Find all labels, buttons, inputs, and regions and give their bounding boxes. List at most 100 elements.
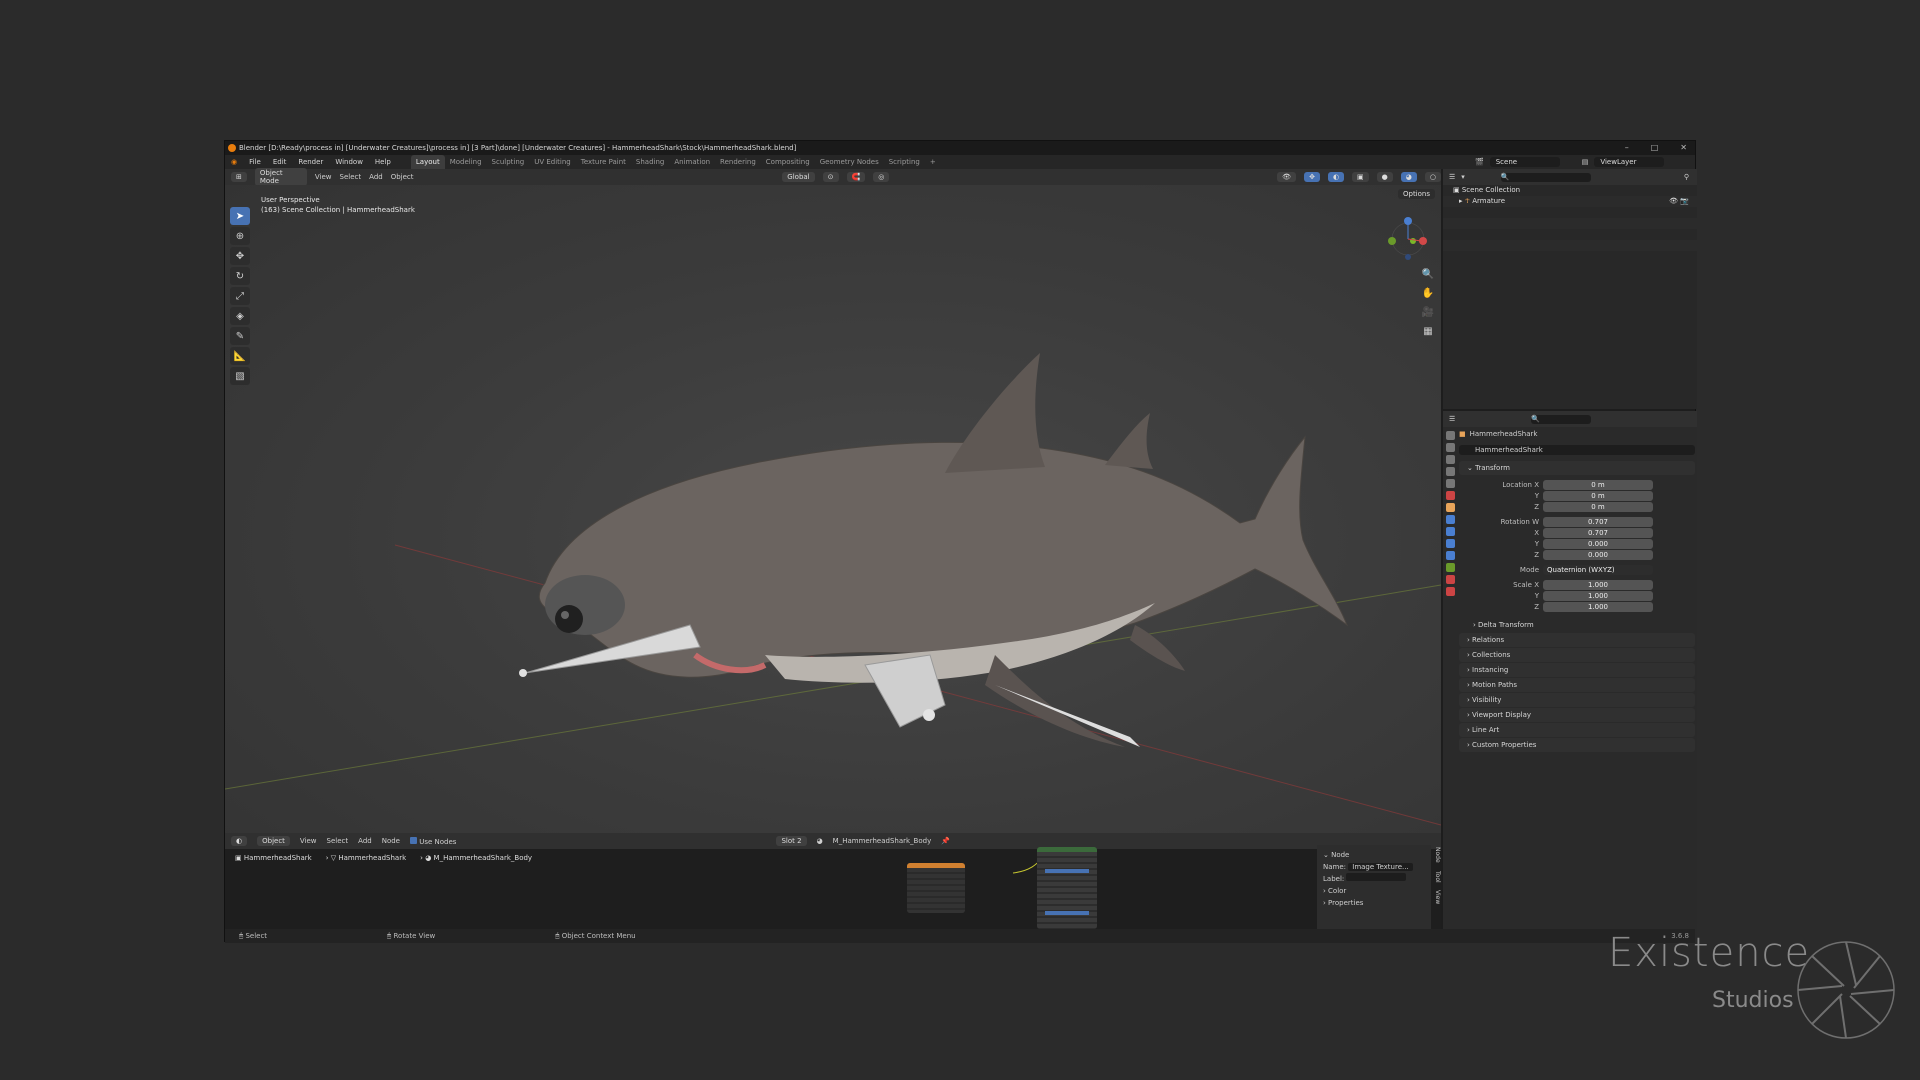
viewport-menu-add[interactable]: Add (369, 173, 383, 181)
options-dropdown[interactable]: Options (1397, 189, 1435, 199)
gizmo-toggle-icon[interactable]: ✥ (1304, 172, 1320, 182)
material-tab-icon[interactable] (1445, 575, 1455, 584)
modifier-tab-icon[interactable] (1445, 515, 1455, 524)
tab-sculpting[interactable]: Sculpting (487, 158, 530, 166)
shader-type-dropdown[interactable]: Object (257, 836, 290, 846)
tab-compositing[interactable]: Compositing (761, 158, 815, 166)
blender-menu-icon[interactable]: ◉ (225, 158, 243, 166)
minimize-button[interactable]: – (1625, 141, 1629, 155)
use-nodes-checkbox[interactable]: Use Nodes (410, 836, 456, 846)
measure-tool-icon[interactable]: 📐 (230, 347, 250, 365)
location-x-field[interactable]: 0 m (1543, 479, 1653, 490)
rotate-tool-icon[interactable]: ↻ (230, 267, 250, 285)
object-name-field[interactable]: HammerheadShark (1459, 445, 1695, 455)
tab-uv-editing[interactable]: UV Editing (529, 158, 576, 166)
viewport-menu-select[interactable]: Select (340, 173, 362, 181)
tab-layout[interactable]: Layout (410, 155, 445, 169)
outliner-editor-icon[interactable]: ☰ (1449, 173, 1455, 181)
menu-help[interactable]: Help (369, 158, 397, 166)
node-panel-header[interactable]: ⌄ Node (1323, 849, 1425, 861)
hammerhead-shark-model[interactable] (519, 353, 1349, 747)
tab-scripting[interactable]: Scripting (884, 158, 925, 166)
output-tab-icon[interactable] (1445, 455, 1455, 464)
properties-editor-icon[interactable]: ☰ (1449, 415, 1455, 423)
principled-bsdf-node[interactable] (1037, 847, 1097, 929)
delta-transform-header[interactable]: › Delta Transform (1459, 618, 1695, 632)
side-tab-tool[interactable]: Tool (1434, 871, 1441, 883)
shader-node-editor[interactable]: ◐ Object View Select Add Node Use Nodes … (225, 833, 1441, 929)
display-mode-icon[interactable]: ▾ (1461, 173, 1465, 181)
cursor-tool-icon[interactable]: ⊕ (230, 227, 250, 245)
node-menu-select[interactable]: Select (327, 837, 349, 845)
select-tool-icon[interactable]: ➤ (230, 207, 250, 225)
navigation-gizmo[interactable] (1381, 211, 1431, 271)
add-cube-tool-icon[interactable]: ▧ (230, 367, 250, 385)
panel-collections[interactable]: › Collections (1459, 648, 1695, 662)
render-tab-icon[interactable] (1445, 443, 1455, 452)
mode-dropdown[interactable]: Object Mode (254, 168, 307, 186)
add-workspace-icon[interactable]: + (925, 158, 941, 166)
image-texture-node[interactable] (907, 863, 965, 913)
physics-tab-icon[interactable] (1445, 539, 1455, 548)
outliner-item-armature[interactable]: ▸ ☥ Armature 👁 📷 (1443, 196, 1697, 207)
tab-texture-paint[interactable]: Texture Paint (576, 158, 631, 166)
texture-tab-icon[interactable] (1445, 587, 1455, 596)
transform-tool-icon[interactable]: ◈ (230, 307, 250, 325)
rotation-mode-dropdown[interactable]: Quaternion (WXYZ) (1543, 564, 1653, 575)
material-name-field[interactable]: M_HammerheadShark_Body (833, 837, 932, 845)
node-label-field[interactable] (1346, 873, 1407, 881)
view-layer-tab-icon[interactable] (1445, 467, 1455, 476)
eye-icon[interactable]: 👁 📷 (1669, 196, 1689, 207)
pivot-icon[interactable]: ⊙ (822, 172, 839, 182)
node-properties-row[interactable]: › Properties (1323, 897, 1425, 909)
panel-instancing[interactable]: › Instancing (1459, 663, 1695, 677)
node-name-field[interactable]: Image Texture... (1348, 863, 1413, 871)
pan-hand-icon[interactable]: ✋ (1421, 288, 1435, 302)
rotation-x-field[interactable]: 0.707 (1543, 527, 1653, 538)
scale-z-field[interactable]: 1.000 (1543, 601, 1653, 612)
panel-viewport-display[interactable]: › Viewport Display (1459, 708, 1695, 722)
scale-y-field[interactable]: 1.000 (1543, 590, 1653, 601)
slot-dropdown[interactable]: Slot 2 (776, 836, 807, 846)
node-menu-view[interactable]: View (300, 837, 317, 845)
rotation-w-field[interactable]: 0.707 (1543, 516, 1653, 527)
camera-view-icon[interactable]: 🎥 (1421, 307, 1435, 321)
viewport-menu-view[interactable]: View (315, 173, 332, 181)
panel-relations[interactable]: › Relations (1459, 633, 1695, 647)
rotation-y-field[interactable]: 0.000 (1543, 538, 1653, 549)
shading-rendered-icon[interactable]: ○ (1424, 172, 1441, 182)
node-menu-node[interactable]: Node (382, 837, 400, 845)
editor-type-icon[interactable]: ⊞ (231, 172, 247, 182)
tab-rendering[interactable]: Rendering (715, 158, 761, 166)
pin-icon[interactable]: 📌 (941, 837, 950, 845)
rotation-z-field[interactable]: 0.000 (1543, 549, 1653, 560)
close-button[interactable]: ✕ (1680, 141, 1687, 155)
viewlayer-field[interactable]: ViewLayer (1594, 157, 1665, 167)
tab-shading[interactable]: Shading (631, 158, 669, 166)
location-y-field[interactable]: 0 m (1543, 490, 1653, 501)
3d-viewport[interactable]: Options User Perspective (163) Scene Col… (225, 185, 1441, 833)
panel-motion-paths[interactable]: › Motion Paths (1459, 678, 1695, 692)
viewport-menu-object[interactable]: Object (391, 173, 414, 181)
world-tab-icon[interactable] (1445, 491, 1455, 500)
location-z-field[interactable]: 0 m (1543, 501, 1653, 512)
menu-render[interactable]: Render (292, 158, 329, 166)
outliner-search-input[interactable]: 🔍 (1500, 172, 1591, 182)
panel-custom-properties[interactable]: › Custom Properties (1459, 738, 1695, 752)
menu-file[interactable]: File (243, 158, 267, 166)
shading-solid-icon[interactable]: ● (1376, 172, 1393, 182)
menu-window[interactable]: Window (329, 158, 369, 166)
panel-line-art[interactable]: › Line Art (1459, 723, 1695, 737)
grid-view-icon[interactable]: ▦ (1421, 326, 1435, 340)
maximize-button[interactable]: □ (1651, 141, 1659, 155)
constraints-tab-icon[interactable] (1445, 551, 1455, 560)
node-editor-type-icon[interactable]: ◐ (231, 836, 248, 846)
visibility-icon[interactable]: 👁 (1277, 172, 1297, 182)
scene-tab-icon[interactable] (1445, 479, 1455, 488)
tool-tab-icon[interactable] (1445, 431, 1455, 440)
data-tab-icon[interactable] (1445, 563, 1455, 572)
scale-tool-icon[interactable]: ⤢ (230, 287, 250, 305)
node-color-row[interactable]: › Color (1323, 885, 1425, 897)
side-tab-view[interactable]: View (1434, 890, 1441, 904)
annotate-tool-icon[interactable]: ✎ (230, 327, 250, 345)
